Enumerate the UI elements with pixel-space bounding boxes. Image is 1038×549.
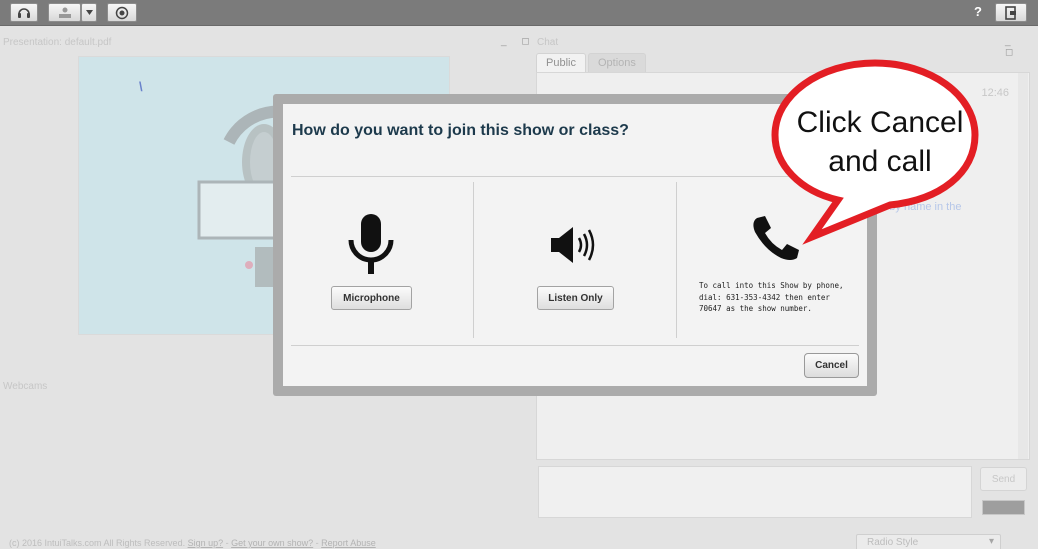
presenter-icon — [58, 7, 71, 18]
callout-text: Click Cancel and call — [780, 103, 980, 181]
divider — [473, 182, 474, 338]
divider — [291, 345, 859, 346]
cancel-button[interactable]: Cancel — [804, 353, 859, 378]
record-icon — [115, 6, 129, 19]
logout-button[interactable] — [995, 3, 1027, 22]
phone-instruction-line: dial: 631-353-4342 then enter — [699, 292, 830, 302]
phone-instructions: To call into this Show by phone, dial: 6… — [699, 280, 859, 315]
logout-icon — [1005, 5, 1016, 20]
presenter-dropdown-button[interactable] — [81, 3, 97, 22]
callout-line: Click Cancel — [796, 106, 964, 139]
speaker-icon — [551, 227, 595, 263]
chevron-down-icon — [85, 10, 93, 15]
record-button[interactable] — [107, 3, 137, 22]
help-button[interactable]: ? — [974, 4, 982, 19]
phone-instruction-line: To call into this Show by phone, — [699, 281, 844, 290]
headset-icon — [18, 8, 30, 18]
divider — [676, 182, 677, 338]
microphone-icon — [348, 214, 394, 274]
microphone-button[interactable]: Microphone — [331, 286, 412, 310]
callout-line: and call — [828, 145, 932, 178]
headset-button[interactable] — [10, 3, 38, 22]
top-toolbar: ? — [0, 0, 1038, 26]
dialog-title: How do you want to join this show or cla… — [292, 122, 629, 139]
phone-instruction-line: 70647 as the show number. — [699, 304, 812, 313]
presenter-button[interactable] — [48, 3, 81, 22]
listen-only-button[interactable]: Listen Only — [537, 286, 614, 310]
